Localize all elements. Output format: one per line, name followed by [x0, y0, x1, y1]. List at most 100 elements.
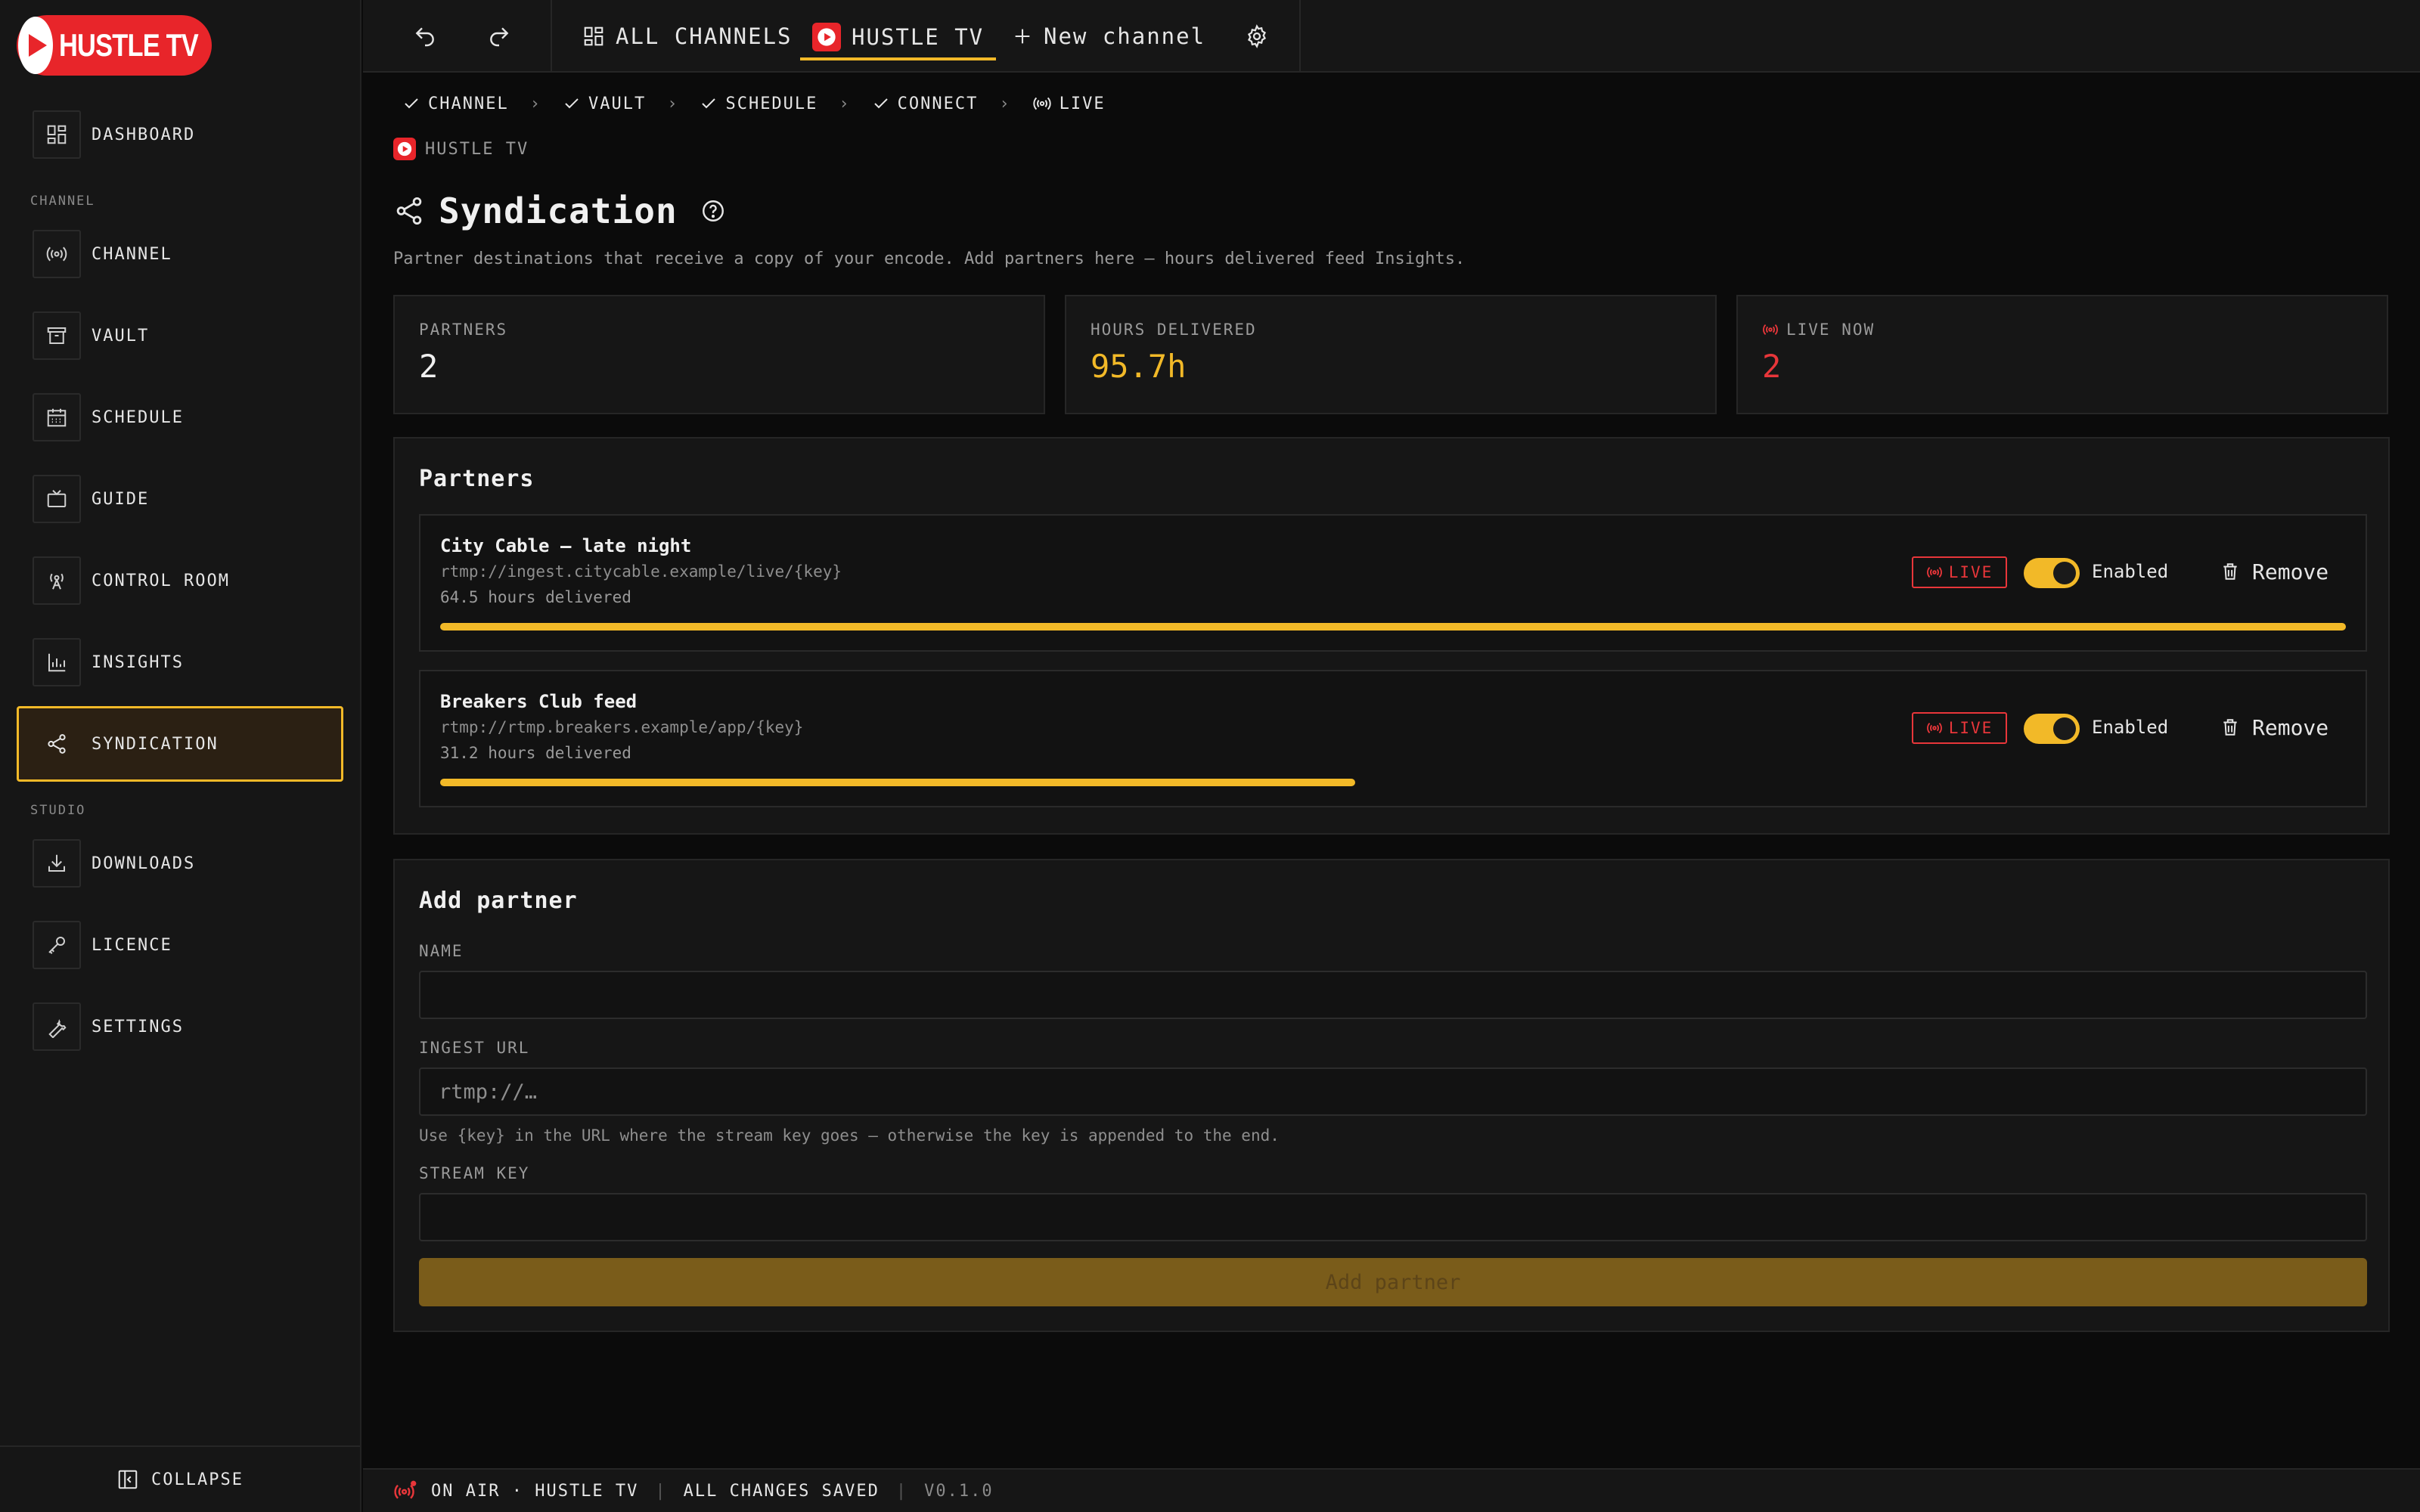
tab-all-channels[interactable]: ALL CHANNELS	[582, 17, 793, 56]
save-status: ALL CHANGES SAVED	[683, 1481, 880, 1501]
sidebar-item-label: GUIDE	[92, 489, 150, 509]
step-vault[interactable]: VAULT	[563, 94, 646, 113]
trash-icon	[2220, 562, 2240, 581]
add-partner-panel: Add partner NAME INGEST URL Use {key} in…	[393, 859, 2390, 1332]
sidebar-section-title: STUDIO	[30, 803, 86, 818]
sidebar-item-insights[interactable]: INSIGHTS	[17, 624, 343, 700]
redo-icon	[487, 24, 511, 48]
sidebar-item-label: CONTROL ROOM	[92, 571, 230, 590]
sidebar-item-label: CHANNEL	[92, 244, 172, 264]
step-channel[interactable]: CHANNEL	[402, 94, 509, 113]
share-icon	[393, 195, 425, 227]
page-title: Syndication	[439, 191, 678, 231]
hours-progress-bar	[440, 623, 2346, 631]
enabled-toggle[interactable]	[2024, 714, 2080, 744]
settings-button[interactable]	[1236, 15, 1278, 57]
remove-label: Remove	[2252, 559, 2329, 584]
remove-button[interactable]: Remove	[2220, 711, 2328, 744]
hours-progress-bar	[440, 779, 2346, 786]
sidebar-item-schedule[interactable]: SCHEDULE	[17, 380, 343, 455]
sidebar-item-label: SETTINGS	[92, 1017, 184, 1036]
toggle-label: Enabled	[2092, 561, 2169, 582]
on-air-icon	[393, 1479, 419, 1502]
partner-row: City Cable — late night rtmp://ingest.ci…	[419, 514, 2367, 652]
step-label: CONNECT	[897, 94, 979, 113]
sidebar-item-label: LICENCE	[92, 935, 172, 955]
partner-url: rtmp://rtmp.breakers.example/app/{key}	[440, 718, 804, 736]
sidebar-item-control-room[interactable]: CONTROL ROOM	[17, 543, 343, 618]
enabled-toggle[interactable]	[2024, 558, 2080, 588]
sidebar-collapse-icon	[116, 1468, 139, 1491]
sidebar-item-label: SYNDICATION	[92, 734, 219, 754]
dashboard-icon	[33, 110, 81, 159]
sidebar-item-syndication[interactable]: SYNDICATION	[17, 706, 343, 782]
sidebar-item-channel[interactable]: CHANNEL	[17, 216, 343, 292]
sidebar-item-label: VAULT	[92, 326, 150, 345]
antenna-icon	[33, 556, 81, 605]
tab-hustle-tv[interactable]: HUSTLE TV	[800, 17, 997, 60]
name-label: NAME	[419, 942, 464, 960]
help-icon[interactable]	[700, 198, 726, 224]
remove-button[interactable]: Remove	[2220, 555, 2328, 588]
stat-label: PARTNERS	[419, 321, 508, 339]
main-content: CHANNEL › VAULT › SCHEDULE › CONNECT › L…	[363, 73, 2420, 1468]
step-schedule[interactable]: SCHEDULE	[700, 94, 818, 113]
redo-button[interactable]	[478, 15, 520, 57]
sidebar-item-label: INSIGHTS	[92, 652, 184, 672]
partner-hours: 31.2 hours delivered	[440, 744, 631, 762]
sidebar-item-guide[interactable]: GUIDE	[17, 461, 343, 537]
partner-name: City Cable — late night	[440, 535, 692, 556]
play-logo-icon	[18, 17, 53, 74]
sidebar-item-label: SCHEDULE	[92, 407, 184, 427]
play-logo-icon	[812, 23, 841, 51]
sidebar-item-licence[interactable]: LICENCE	[17, 907, 343, 983]
panel-title: Add partner	[419, 888, 578, 914]
partner-name: Breakers Club feed	[440, 691, 638, 712]
collapse-button[interactable]: COLLAPSE	[0, 1445, 360, 1512]
calendar-icon	[33, 393, 81, 442]
key-icon	[33, 921, 81, 969]
status-separator: |	[655, 1481, 667, 1501]
undo-button[interactable]	[404, 15, 446, 57]
breadcrumb: CHANNEL › VAULT › SCHEDULE › CONNECT › L…	[402, 94, 1106, 113]
wrench-icon	[33, 1002, 81, 1051]
stat-label: LIVE NOW	[1762, 321, 1875, 339]
sidebar-item-settings[interactable]: SETTINGS	[17, 989, 343, 1064]
share-icon	[33, 720, 81, 768]
live-badge: LIVE	[1912, 556, 2007, 588]
step-label: VAULT	[588, 94, 647, 113]
sidebar-item-vault[interactable]: VAULT	[17, 298, 343, 373]
step-label: SCHEDULE	[725, 94, 818, 113]
sidebar-item-downloads[interactable]: DOWNLOADS	[17, 826, 343, 901]
name-field[interactable]	[419, 971, 2367, 1019]
toggle-knob	[2053, 717, 2076, 740]
channel-chip: HUSTLE TV	[393, 138, 529, 160]
plus-icon	[1012, 26, 1033, 47]
panel-title: Partners	[419, 466, 535, 492]
sidebar-item-dashboard[interactable]: DASHBOARD	[17, 97, 343, 172]
brand-logo[interactable]: HUSTLE TV	[17, 15, 212, 76]
broadcast-icon	[1032, 94, 1052, 113]
download-icon	[33, 839, 81, 888]
partners-panel: Partners City Cable — late night rtmp://…	[393, 437, 2390, 835]
collapse-label: COLLAPSE	[151, 1470, 244, 1489]
sidebar: HUSTLE TV DASHBOARD CHANNEL CHANNEL VAUL…	[0, 0, 361, 1512]
version-label: V0.1.0	[924, 1481, 994, 1501]
tab-group: ALL CHANNELS HUSTLE TV New channel	[551, 0, 1301, 71]
stream-key-field[interactable]	[419, 1193, 2367, 1241]
sidebar-item-label: DOWNLOADS	[92, 854, 196, 873]
ingest-url-field[interactable]	[419, 1067, 2367, 1116]
hours-progress-fill	[440, 623, 2346, 631]
stat-value: 2	[1762, 348, 1782, 385]
partner-url: rtmp://ingest.citycable.example/live/{ke…	[440, 562, 842, 581]
step-separator: ›	[529, 94, 541, 113]
add-partner-button[interactable]: Add partner	[419, 1258, 2367, 1306]
archive-icon	[33, 311, 81, 360]
step-connect[interactable]: CONNECT	[872, 94, 979, 113]
broadcast-icon	[1926, 720, 1943, 736]
stat-partners: PARTNERS 2	[393, 295, 1045, 414]
live-badge-label: LIVE	[1948, 563, 1993, 581]
tab-new-channel[interactable]: New channel	[1012, 17, 1205, 56]
ingest-url-hint: Use {key} in the URL where the stream ke…	[419, 1126, 1280, 1145]
step-live[interactable]: LIVE	[1032, 94, 1106, 113]
